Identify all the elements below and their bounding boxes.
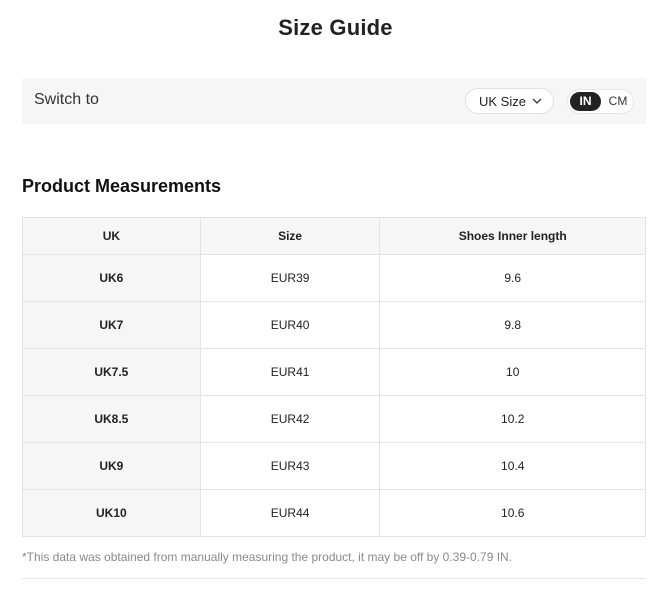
page-title: Size Guide bbox=[278, 15, 393, 40]
size-system-value: UK Size bbox=[479, 93, 526, 109]
inner-length-cell: 10.6 bbox=[379, 489, 646, 537]
uk-size-cell: UK9 bbox=[22, 442, 201, 490]
section-title: Product Measurements bbox=[22, 176, 222, 196]
inner-length-cell: 10.4 bbox=[379, 442, 646, 490]
eur-size-cell: EUR42 bbox=[199, 395, 381, 443]
inner-length-cell: 9.8 bbox=[379, 301, 646, 349]
table-row: UK7.5 EUR41 10 bbox=[22, 348, 646, 396]
eur-size-cell: EUR41 bbox=[199, 348, 381, 396]
measurements-table: UK Size Shoes Inner length UK6 EUR39 9.6… bbox=[22, 217, 646, 537]
table-row: UK6 EUR39 9.6 bbox=[22, 254, 646, 302]
table-row: UK8.5 EUR42 10.2 bbox=[22, 395, 646, 443]
chevron-down-icon bbox=[532, 98, 542, 104]
switch-label: Switch to bbox=[34, 91, 99, 108]
uk-size-cell: UK8.5 bbox=[22, 395, 201, 443]
uk-size-cell: UK7.5 bbox=[22, 348, 201, 396]
uk-size-cell: UK6 bbox=[22, 254, 201, 302]
unit-in-button[interactable]: IN bbox=[570, 92, 601, 111]
column-header: Size bbox=[199, 217, 381, 255]
size-guide-page: Size Guide Switch to UK Size IN CM Produ… bbox=[0, 0, 671, 589]
uk-size-cell: UK10 bbox=[22, 489, 201, 537]
measurement-footnote: *This data was obtained from manually me… bbox=[22, 550, 513, 564]
eur-size-cell: EUR39 bbox=[199, 254, 381, 302]
inner-length-cell: 10.2 bbox=[379, 395, 646, 443]
table-header-row: UK Size Shoes Inner length bbox=[22, 217, 646, 255]
column-header: UK bbox=[22, 217, 201, 255]
column-header: Shoes Inner length bbox=[379, 217, 646, 255]
table-row: UK7 EUR40 9.8 bbox=[22, 301, 646, 349]
eur-size-cell: EUR43 bbox=[199, 442, 381, 490]
unit-cm-button[interactable]: CM bbox=[604, 92, 632, 111]
inner-length-cell: 10 bbox=[379, 348, 646, 396]
inner-length-cell: 9.6 bbox=[379, 254, 646, 302]
eur-size-cell: EUR40 bbox=[199, 301, 381, 349]
switch-bar: Switch to UK Size IN CM bbox=[22, 78, 646, 124]
size-system-dropdown[interactable]: UK Size bbox=[465, 88, 554, 114]
uk-size-cell: UK7 bbox=[22, 301, 201, 349]
unit-toggle: IN CM bbox=[567, 89, 634, 114]
eur-size-cell: EUR44 bbox=[199, 489, 381, 537]
table-row: UK9 EUR43 10.4 bbox=[22, 442, 646, 490]
divider bbox=[22, 578, 646, 579]
table-row: UK10 EUR44 10.6 bbox=[22, 489, 646, 537]
